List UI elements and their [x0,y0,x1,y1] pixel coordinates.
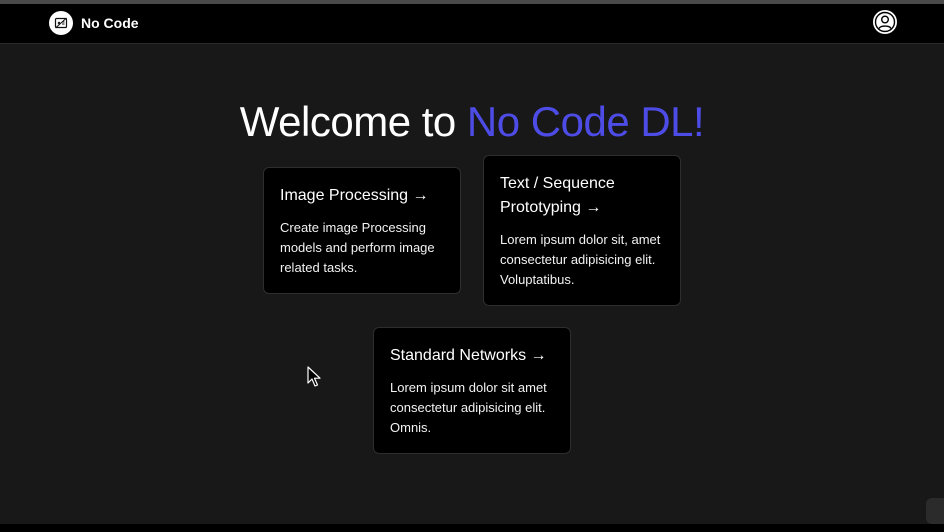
no-code-logo-icon [49,11,73,35]
window-bottom-strip [0,524,944,532]
page-title-highlight: No Code DL! [466,98,705,145]
brand-label: No Code [81,15,139,31]
card-description: Create image Processing models and perfo… [280,220,435,275]
floating-widget-edge [926,498,944,524]
card-title: Standard Networks → [390,347,547,364]
card-description: Lorem ipsum dolor sit amet consectetur a… [390,380,547,435]
navbar: No Code [0,4,944,44]
mouse-cursor-icon [307,366,321,387]
brand-link[interactable]: No Code [49,11,139,35]
card-standard-networks[interactable]: Standard Networks → Lorem ipsum dolor si… [373,327,571,454]
card-image-processing[interactable]: Image Processing → Create image Processi… [263,167,461,294]
user-profile-button[interactable] [873,10,897,34]
card-description: Lorem ipsum dolor sit, amet consectetur … [500,232,661,287]
page-title-prefix: Welcome to [239,98,467,145]
card-title: Image Processing → [280,187,429,204]
user-profile-icon [874,11,896,33]
card-text-sequence-prototyping[interactable]: Text / Sequence Prototyping → Lorem ipsu… [483,155,681,306]
page-title: Welcome to No Code DL! [0,95,944,149]
card-title: Text / Sequence Prototyping → [500,175,615,216]
